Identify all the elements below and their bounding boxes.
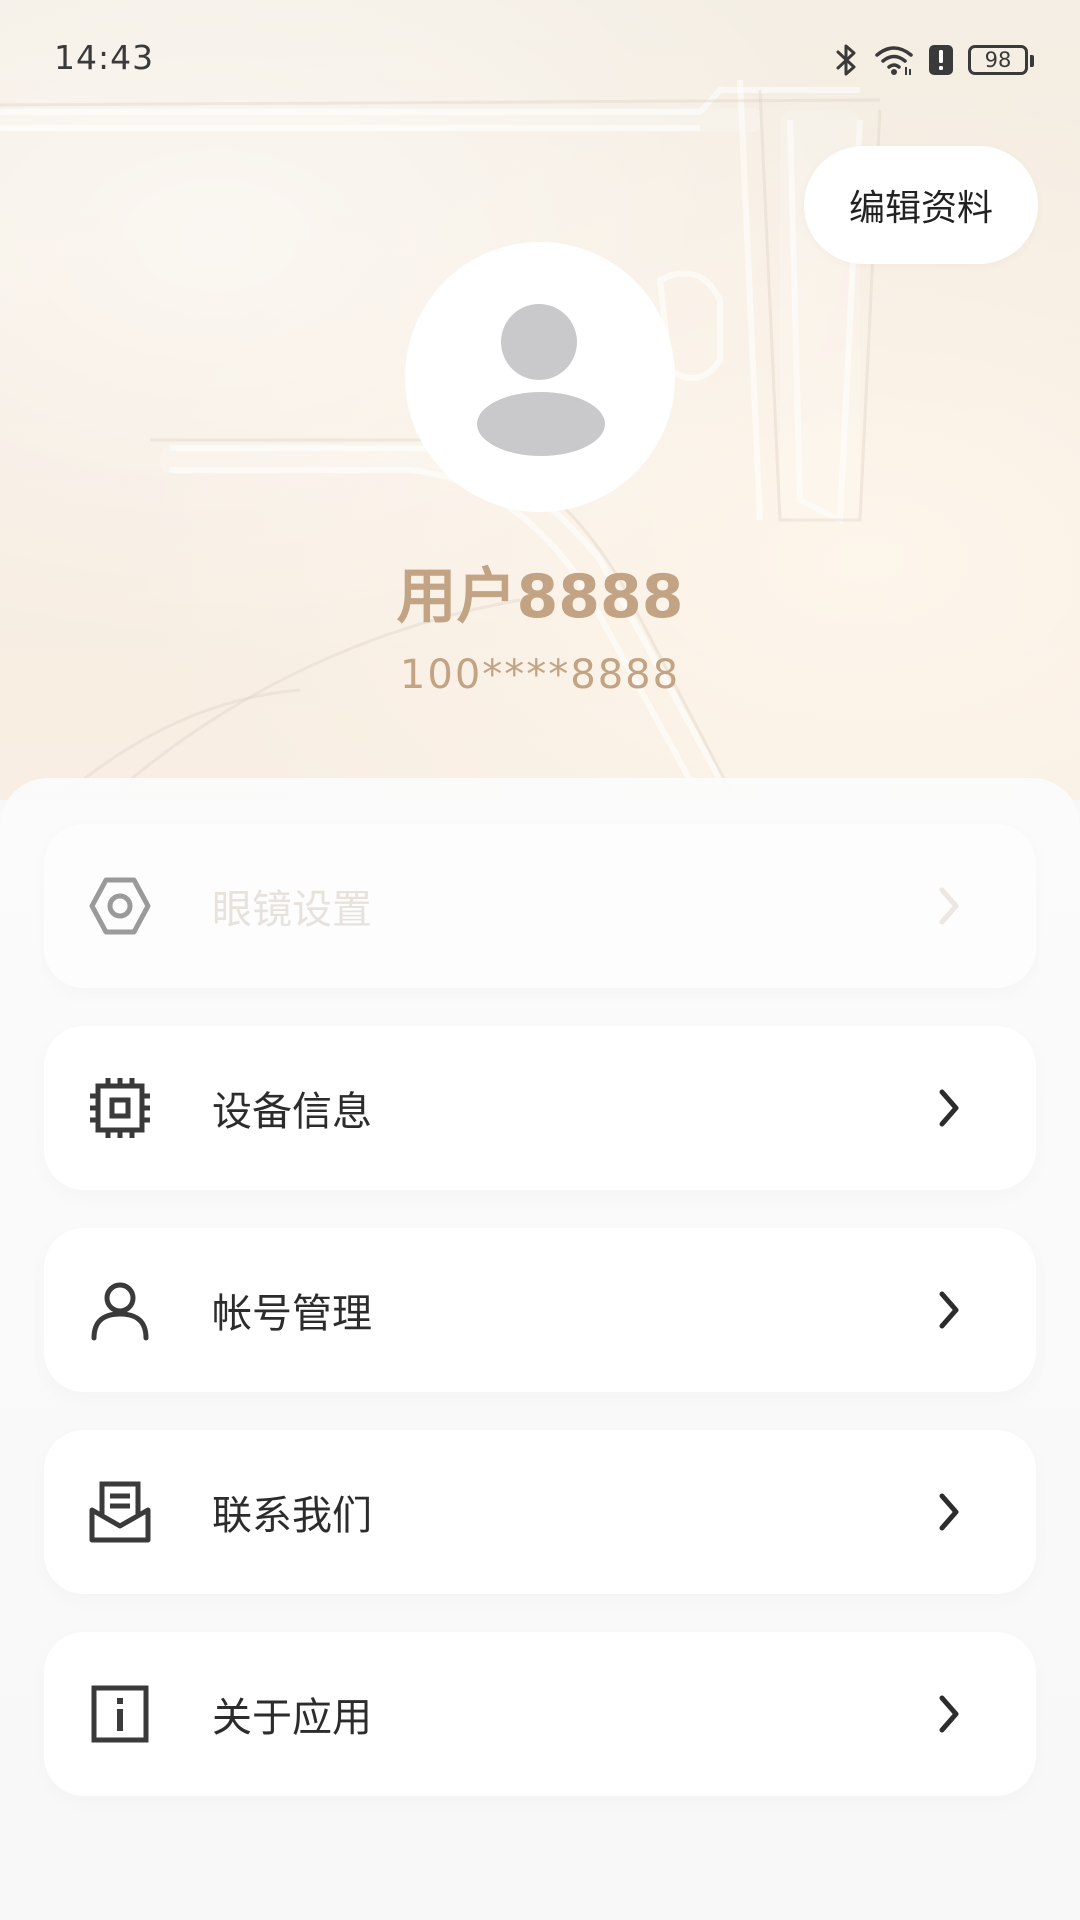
menu-item-label: 联系我们 [212, 1493, 372, 1539]
menu-item-device-info[interactable]: 设备信息 [44, 1026, 1036, 1190]
edit-profile-button[interactable]: 编辑资料 [804, 146, 1038, 264]
alert-icon [929, 45, 953, 75]
battery-icon: 98 [968, 45, 1034, 75]
menu-item-label: 关于应用 [212, 1695, 372, 1741]
menu-item-contact-us[interactable]: 联系我们 [44, 1430, 1036, 1594]
avatar-placeholder-body [477, 392, 605, 456]
profile-screen: 14:43 98 编辑资料 用户8888 100****8888 眼镜设置 设备… [0, 0, 1080, 1920]
profile-header-background: 14:43 98 编辑资料 用户8888 100****8888 [0, 0, 1080, 800]
menu-item-label: 设备信息 [212, 1089, 372, 1135]
menu-panel: 眼镜设置 设备信息 帐号管理 联系我们 关于应用 [0, 778, 1080, 1920]
chevron-right-icon [939, 1695, 959, 1733]
username: 用户8888 [396, 562, 684, 632]
menu-item-label: 帐号管理 [212, 1291, 372, 1337]
battery-level: 98 [984, 48, 1012, 72]
menu-item-glasses-settings[interactable]: 眼镜设置 [44, 824, 1036, 988]
status-icons: 98 [834, 40, 1034, 80]
menu-item-label: 眼镜设置 [212, 887, 372, 933]
user-id: 100****8888 [399, 652, 681, 698]
chip-icon [90, 1078, 150, 1138]
hexagon-nut-icon [89, 877, 151, 935]
bluetooth-icon [836, 44, 856, 76]
avatar-placeholder-head [501, 304, 577, 380]
chevron-right-icon [939, 1291, 959, 1329]
wifi-icon [875, 46, 913, 75]
menu-item-account-management[interactable]: 帐号管理 [44, 1228, 1036, 1392]
avatar[interactable] [405, 242, 675, 512]
info-icon [91, 1685, 149, 1743]
menu-item-about-app[interactable]: 关于应用 [44, 1632, 1036, 1796]
user-icon [91, 1282, 149, 1341]
status-bar: 14:43 98 [0, 0, 1080, 120]
chevron-right-icon [939, 1089, 959, 1127]
status-time: 14:43 [54, 38, 155, 77]
chevron-right-icon [939, 1493, 959, 1531]
chevron-right-icon [939, 887, 959, 925]
inbox-icon [89, 1481, 151, 1543]
